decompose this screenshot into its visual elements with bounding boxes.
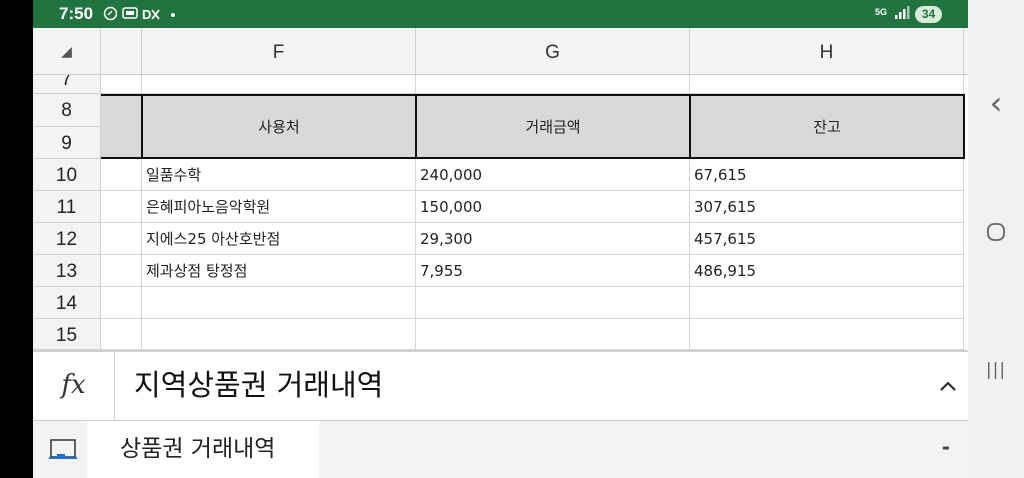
status-time: 7:50 bbox=[59, 4, 94, 23]
left-bezel bbox=[0, 0, 33, 478]
cell-e14[interactable] bbox=[101, 287, 142, 319]
select-all-button[interactable]: ◢ bbox=[33, 28, 101, 75]
cell-f13[interactable]: 제과상점 탕정점 bbox=[142, 255, 416, 287]
fx-icon[interactable]: fx bbox=[33, 352, 115, 421]
signal-icon bbox=[894, 6, 910, 22]
row-header-8[interactable]: 8 bbox=[33, 94, 101, 127]
cell-g12[interactable]: 29,300 bbox=[416, 223, 690, 255]
cell-f14[interactable] bbox=[142, 287, 416, 319]
cell-g7[interactable] bbox=[416, 75, 690, 94]
cell-g13[interactable]: 7,955 bbox=[416, 255, 690, 287]
cell-e12[interactable] bbox=[101, 223, 142, 255]
dot-icon bbox=[169, 6, 177, 22]
cell-h14[interactable] bbox=[690, 287, 964, 319]
sheet-tab-active[interactable]: 상품권 거래내역 bbox=[87, 421, 319, 478]
message-icon bbox=[122, 6, 138, 22]
system-nav-bar: ‹ ||| bbox=[968, 0, 1024, 478]
chevron-up-icon[interactable] bbox=[934, 372, 962, 400]
cell-h15[interactable] bbox=[690, 319, 964, 350]
cell-g14[interactable] bbox=[416, 287, 690, 319]
cell-g15[interactable] bbox=[416, 319, 690, 350]
column-header-h[interactable]: H bbox=[690, 28, 964, 75]
row-header-15[interactable]: 15 bbox=[33, 319, 101, 350]
status-bar: 7:50 D 5G 34 bbox=[33, 0, 968, 28]
column-header-f[interactable]: F bbox=[142, 28, 416, 75]
column-header-row: ◢ F G H bbox=[33, 28, 968, 75]
header-cell-balance[interactable]: 잔고 bbox=[689, 94, 965, 159]
home-nav-icon[interactable] bbox=[968, 222, 1024, 246]
row-header-9[interactable]: 9 bbox=[33, 127, 101, 159]
row-header-10[interactable]: 10 bbox=[33, 159, 101, 191]
row-header-11[interactable]: 11 bbox=[33, 191, 101, 223]
network-type: 5G bbox=[875, 7, 888, 17]
recents-nav-icon[interactable]: ||| bbox=[968, 360, 1024, 380]
cell-f7[interactable] bbox=[142, 75, 416, 94]
cell-f15[interactable] bbox=[142, 319, 416, 350]
sheet-bar-dash: - bbox=[941, 435, 950, 459]
row-header-7[interactable]: 7 bbox=[33, 75, 101, 94]
cell-e13[interactable] bbox=[101, 255, 142, 287]
cell-g11[interactable]: 150,000 bbox=[416, 191, 690, 223]
cell-e15[interactable] bbox=[101, 319, 142, 350]
battery-badge: 34 bbox=[915, 6, 942, 23]
cell-e8[interactable] bbox=[101, 94, 142, 159]
cell-h13[interactable]: 486,915 bbox=[690, 255, 964, 287]
cell-e11[interactable] bbox=[101, 191, 142, 223]
sync-icon bbox=[103, 6, 118, 22]
row-header-13[interactable]: 13 bbox=[33, 255, 101, 287]
cell-f12[interactable]: 지에스25 아산호반점 bbox=[142, 223, 416, 255]
column-header-partial[interactable] bbox=[101, 28, 142, 75]
header-cell-amount[interactable]: 거래금액 bbox=[415, 94, 691, 159]
formula-bar: fx 지역상품권 거래내역 bbox=[33, 350, 968, 421]
header-cell-usage[interactable]: 사용처 bbox=[141, 94, 417, 159]
row-header-14[interactable]: 14 bbox=[33, 287, 101, 319]
row-header-12[interactable]: 12 bbox=[33, 223, 101, 255]
sheet-tab-bar: 상품권 거래내역 - bbox=[33, 421, 968, 478]
cell-h7[interactable] bbox=[690, 75, 964, 94]
cell-e10[interactable] bbox=[101, 159, 142, 191]
cell-h11[interactable]: 307,615 bbox=[690, 191, 964, 223]
formula-input[interactable]: 지역상품권 거래내역 bbox=[134, 362, 383, 404]
back-nav-icon[interactable]: ‹ bbox=[968, 84, 1024, 122]
cell-f10[interactable]: 일품수학 bbox=[142, 159, 416, 191]
excel-app: 7:50 D 5G 34 ◢ F G H 7 8 9 사용처 거래금액 잔고 1… bbox=[33, 0, 968, 478]
svg-text:D: D bbox=[142, 7, 151, 22]
cell-h12[interactable]: 457,615 bbox=[690, 223, 964, 255]
sheet-list-icon[interactable] bbox=[33, 421, 87, 478]
vpn-off-icon: D bbox=[142, 6, 160, 22]
cell-g10[interactable]: 240,000 bbox=[416, 159, 690, 191]
phone-screen: 7:50 D 5G 34 ◢ F G H 7 8 9 사용처 거래금액 잔고 1… bbox=[0, 0, 1024, 478]
column-header-g[interactable]: G bbox=[416, 28, 690, 75]
cell-e7[interactable] bbox=[101, 75, 142, 94]
cell-f11[interactable]: 은혜피아노음악학원 bbox=[142, 191, 416, 223]
cell-h10[interactable]: 67,615 bbox=[690, 159, 964, 191]
